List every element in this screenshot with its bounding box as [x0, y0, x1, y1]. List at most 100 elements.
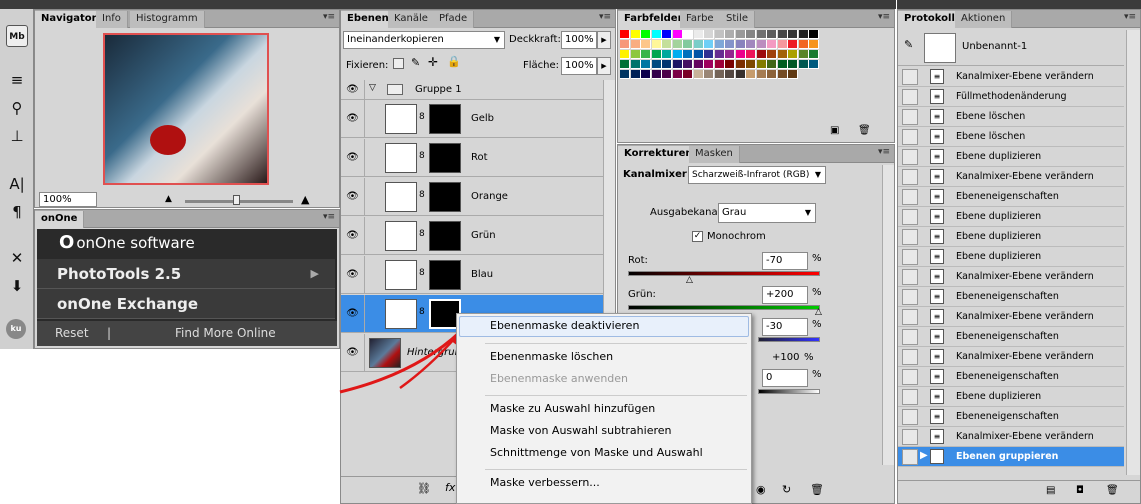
new-document-icon[interactable]: ▤	[1046, 485, 1055, 496]
history-source-checkbox[interactable]	[902, 269, 918, 285]
color-swatch[interactable]	[620, 40, 630, 49]
tab-swatches[interactable]: Farbfelder	[618, 11, 690, 28]
tab-styles[interactable]: Stile	[720, 11, 755, 28]
color-swatch[interactable]	[651, 50, 662, 59]
history-source-checkbox[interactable]	[902, 209, 918, 225]
history-source-checkbox[interactable]	[902, 309, 918, 325]
color-swatch[interactable]	[714, 40, 725, 49]
tab-paths[interactable]: Pfade	[433, 11, 475, 28]
delete-adjustment-icon[interactable]: 🗑	[810, 483, 824, 496]
tab-masks[interactable]: Masken	[689, 146, 740, 163]
expand-triangle-icon[interactable]: ▽	[369, 83, 376, 93]
color-swatch[interactable]	[767, 30, 777, 39]
history-item[interactable]: ≡ Ebeneneigenschaften	[898, 407, 1124, 427]
panel-menu-icon[interactable]: ▾≡	[1124, 12, 1136, 22]
color-swatch[interactable]	[620, 50, 630, 59]
menu-item-disable-mask[interactable]: Ebenenmaske deaktivieren	[490, 316, 639, 336]
history-source-checkbox[interactable]	[902, 369, 918, 385]
history-item[interactable]: ≡ Ebeneneigenschaften	[898, 287, 1124, 307]
tab-actions[interactable]: Aktionen	[955, 11, 1013, 28]
opacity-field[interactable]: 100%	[561, 31, 597, 49]
color-swatch[interactable]	[798, 40, 809, 49]
menu-item-intersect-mask[interactable]: Schnittmenge von Maske und Auswahl	[490, 443, 703, 463]
color-swatch[interactable]	[683, 60, 693, 69]
color-swatch[interactable]	[725, 70, 735, 79]
color-swatch[interactable]	[662, 70, 672, 79]
history-item[interactable]: ≡ Ebene löschen	[898, 107, 1124, 127]
history-source-checkbox[interactable]	[902, 449, 918, 465]
reset-link[interactable]: Reset	[55, 321, 89, 346]
constant-slider[interactable]	[758, 389, 820, 394]
mask-thumbnail[interactable]	[429, 221, 461, 251]
color-swatch[interactable]	[630, 70, 641, 79]
layer-row[interactable]: 👁 8 Gelb	[341, 100, 603, 138]
eye-icon[interactable]: 👁	[341, 139, 365, 176]
constant-field[interactable]: 0	[762, 369, 808, 387]
find-more-link[interactable]: Find More Online	[175, 321, 276, 346]
menu-item-subtract-mask[interactable]: Maske von Auswahl subtrahieren	[490, 421, 671, 441]
history-source-checkbox[interactable]	[902, 109, 918, 125]
color-swatch[interactable]	[683, 40, 693, 49]
kuler-icon[interactable]: ku	[6, 319, 26, 339]
blue-slider[interactable]	[758, 337, 820, 342]
color-swatch[interactable]	[788, 50, 798, 59]
color-swatch[interactable]	[693, 30, 704, 39]
color-swatch[interactable]	[641, 60, 651, 69]
color-swatch[interactable]	[683, 30, 693, 39]
color-swatch[interactable]	[693, 70, 704, 79]
zoom-in-icon[interactable]: ▲	[301, 193, 309, 206]
mask-thumbnail[interactable]	[429, 104, 461, 134]
history-item[interactable]: ≡ Ebeneneigenschaften	[898, 367, 1124, 387]
mini-bridge-icon[interactable]: Mb	[6, 25, 28, 47]
color-swatch[interactable]	[777, 60, 788, 69]
color-swatch[interactable]	[788, 30, 798, 39]
color-swatch[interactable]	[746, 60, 756, 69]
red-slider-thumb[interactable]: △	[686, 275, 693, 285]
history-source-checkbox[interactable]	[902, 169, 918, 185]
panel-menu-icon[interactable]: ▾≡	[878, 12, 890, 22]
color-swatch[interactable]	[725, 30, 735, 39]
color-swatch[interactable]	[777, 40, 788, 49]
reset-icon[interactable]: ↻	[782, 483, 791, 496]
lock-transparency-icon[interactable]	[393, 58, 404, 69]
menu-item-add-mask-to-selection[interactable]: Maske zu Auswahl hinzufügen	[490, 399, 655, 419]
history-item[interactable]: ≡ Ebene löschen	[898, 127, 1124, 147]
lock-brush-icon[interactable]: ✎	[411, 56, 420, 69]
link-layers-icon[interactable]: ⛓	[417, 482, 431, 495]
color-swatch[interactable]	[651, 70, 662, 79]
color-swatch[interactable]	[788, 60, 798, 69]
clone-source-icon[interactable]: ⚲	[6, 97, 28, 119]
eye-icon[interactable]: 👁	[341, 256, 365, 293]
color-swatch[interactable]	[714, 70, 725, 79]
color-swatch[interactable]	[735, 40, 746, 49]
color-swatch[interactable]	[630, 50, 641, 59]
history-source-checkbox[interactable]	[902, 229, 918, 245]
color-swatch[interactable]	[746, 70, 756, 79]
color-swatch[interactable]	[620, 70, 630, 79]
eye-icon[interactable]: 👁	[341, 178, 365, 215]
tab-history[interactable]: Protokoll	[898, 11, 962, 28]
color-swatch[interactable]	[662, 50, 672, 59]
blue-field[interactable]: -30	[762, 318, 808, 336]
color-swatch[interactable]	[746, 30, 756, 39]
red-field[interactable]: -70	[762, 252, 808, 270]
panel-menu-icon[interactable]: ▾≡	[323, 12, 335, 22]
opacity-arrow-icon[interactable]: ▶	[597, 31, 611, 49]
color-swatch[interactable]	[735, 50, 746, 59]
zoom-slider-thumb[interactable]	[233, 195, 240, 205]
snapshot-row[interactable]: ✎ Unbenannt-1	[898, 30, 1124, 66]
color-swatch[interactable]	[683, 50, 693, 59]
history-source-checkbox[interactable]	[902, 429, 918, 445]
color-swatch[interactable]	[725, 40, 735, 49]
history-source-checkbox[interactable]	[902, 149, 918, 165]
menu-item-apply-mask[interactable]: Ebenenmaske anwenden	[490, 369, 628, 389]
menu-item-refine-mask[interactable]: Maske verbessern...	[490, 473, 600, 493]
history-source-checkbox[interactable]	[902, 349, 918, 365]
color-swatch[interactable]	[725, 60, 735, 69]
history-source-checkbox[interactable]	[902, 329, 918, 345]
brush-presets-icon[interactable]: ≡	[6, 69, 28, 91]
color-swatch[interactable]	[777, 70, 788, 79]
color-swatch[interactable]	[809, 60, 819, 69]
mask-thumbnail[interactable]	[429, 182, 461, 212]
lock-move-icon[interactable]: ✛	[428, 55, 438, 69]
